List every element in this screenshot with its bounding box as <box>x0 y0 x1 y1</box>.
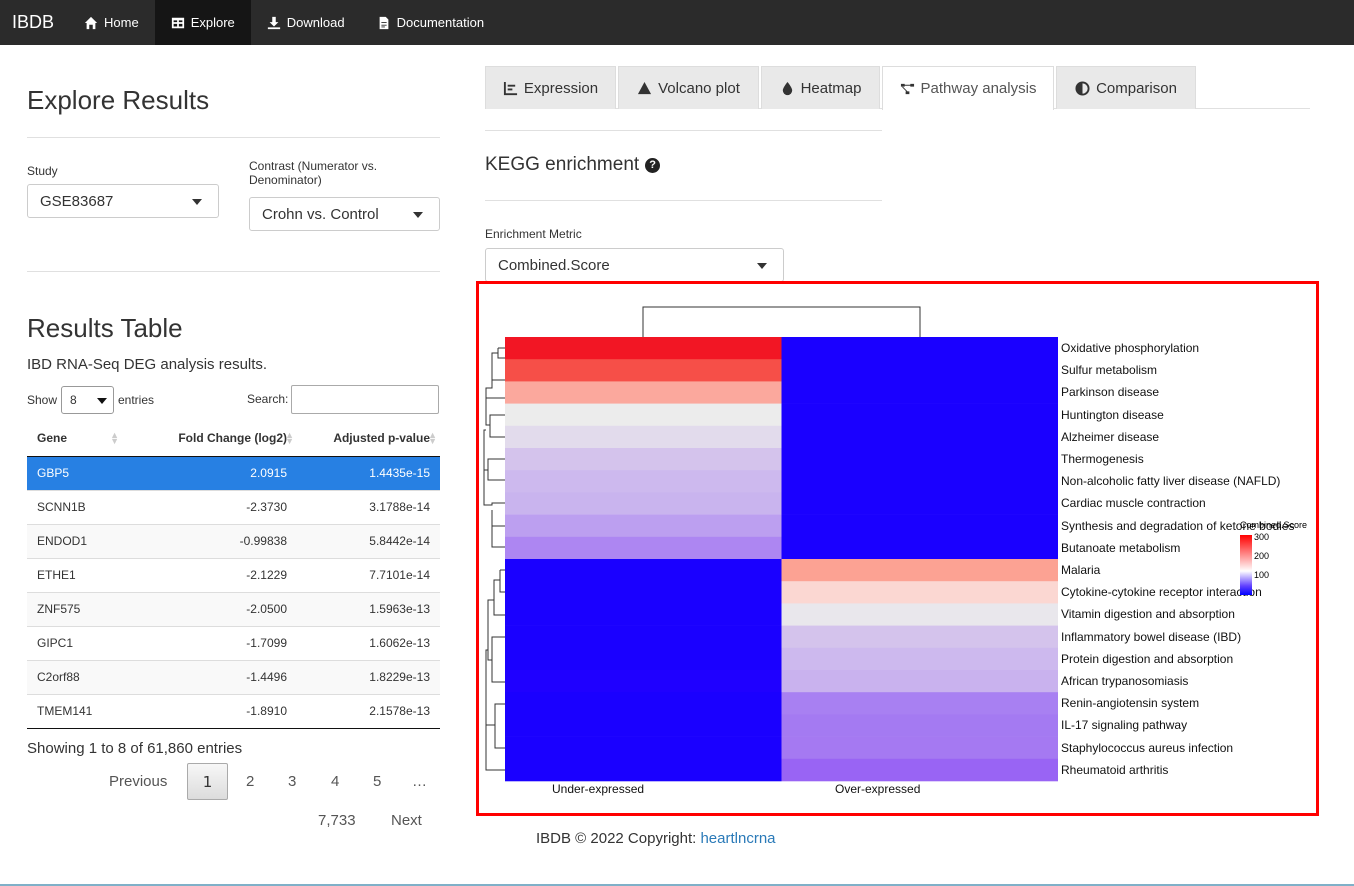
column-label-under: Under-expressed <box>552 782 645 796</box>
footer: IBDB © 2022 Copyright: heartlncrna <box>536 830 776 847</box>
legend-title: Combined.Score <box>1240 520 1308 530</box>
heatmap-cell <box>505 470 782 493</box>
heatmap-cell <box>505 492 782 515</box>
heatmap-cell <box>505 425 782 449</box>
heatmap-cell <box>505 536 782 560</box>
heatmap-cell <box>505 625 782 649</box>
heatmap-cell <box>505 337 782 360</box>
heatmap-cell <box>781 337 1058 360</box>
heatmap-row-label: Cardiac muscle contraction <box>1061 496 1206 511</box>
heatmap-cell <box>781 425 1058 449</box>
heatmap-cell <box>781 359 1058 382</box>
footer-text: IBDB © 2022 Copyright: <box>536 830 701 847</box>
heatmap-cell <box>781 448 1058 471</box>
heatmap-row-label: Renin-angiotensin system <box>1061 696 1200 711</box>
heatmap-cell <box>505 670 782 693</box>
heatmap-cells <box>505 337 1058 782</box>
heatmap-row-label: Oxidative phosphorylation <box>1061 341 1200 355</box>
heatmap-cell <box>781 470 1058 493</box>
heatmap-cell <box>781 758 1058 782</box>
heatmap-cell <box>505 714 782 737</box>
heatmap-cell <box>781 403 1058 427</box>
legend-tick: 200 <box>1254 551 1270 561</box>
heatmap-cell <box>781 514 1058 538</box>
heatmap-cell <box>781 714 1058 737</box>
heatmap-cell <box>505 647 782 671</box>
heatmap-row-label: IL-17 signaling pathway <box>1061 718 1188 733</box>
heatmap-cell <box>505 381 782 404</box>
heatmap-row-label: Alzheimer disease <box>1061 429 1160 444</box>
heatmap-row-label: Sulfur metabolism <box>1061 363 1158 378</box>
heatmap-cell <box>781 559 1058 582</box>
heatmap-row-label: Protein digestion and absorption <box>1061 651 1234 666</box>
heatmap-row-label: Staphylococcus aureus infection <box>1061 740 1234 755</box>
heatmap-row-label: Inflammatory bowel disease (IBD) <box>1061 629 1242 644</box>
column-label-over: Over-expressed <box>835 782 921 796</box>
heatmap-row-label: Non-alcoholic fatty liver disease (NAFLD… <box>1061 474 1281 489</box>
heatmap-row-label: Cytokine-cytokine receptor interaction <box>1061 585 1262 600</box>
heatmap-row-label: African trypanosomiasis <box>1061 674 1189 688</box>
heatmap-cell <box>505 359 782 382</box>
heatmap-cell <box>781 692 1058 715</box>
heatmap-cell <box>781 647 1058 671</box>
heatmap-cell <box>781 625 1058 649</box>
heatmap-cell <box>781 536 1058 560</box>
heatmap-cell <box>505 403 782 427</box>
heatmap-cell <box>781 736 1058 760</box>
heatmap-row-label: Rheumatoid arthritis <box>1061 762 1169 777</box>
heatmap-cell <box>505 692 782 715</box>
heatmap-row-label: Vitamin digestion and absorption <box>1061 607 1235 622</box>
legend-colorbar <box>1240 535 1252 595</box>
heatmap-row-label: Parkinson disease <box>1061 385 1160 400</box>
heatmap-row-label: Malaria <box>1061 563 1101 577</box>
heatmap-row-label: Butanoate metabolism <box>1061 540 1181 555</box>
footer-link[interactable]: heartlncrna <box>700 830 775 847</box>
heatmap-cell <box>505 603 782 626</box>
heatmap-cell <box>781 603 1058 626</box>
heatmap-cell <box>781 670 1058 693</box>
heatmap-cell <box>781 581 1058 604</box>
heatmap-cell <box>781 381 1058 404</box>
heatmap-cell <box>505 581 782 604</box>
heatmap-row-label: Huntington disease <box>1061 407 1164 422</box>
heatmap-row-label: Thermogenesis <box>1061 452 1144 466</box>
heatmap-cell <box>781 492 1058 515</box>
heatmap-cell <box>505 514 782 538</box>
heatmap-cell <box>505 736 782 760</box>
legend-tick: 100 <box>1254 570 1270 580</box>
heatmap-cell <box>505 559 782 582</box>
heatmap-cell <box>505 758 782 782</box>
heatmap-cell <box>505 448 782 471</box>
legend-tick: 300 <box>1254 532 1270 542</box>
